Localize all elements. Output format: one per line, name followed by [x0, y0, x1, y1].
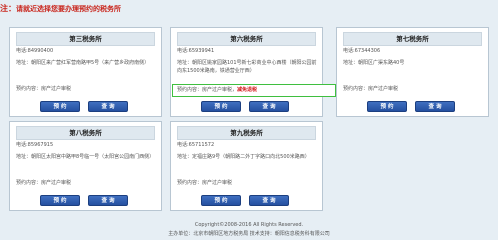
footer-credits: 主办单位：北京市朝阳区地方税务局 技术支持：朝阳信息税务科有限公司 [168, 231, 330, 237]
office-address: 地址：朝阳区姚家园路101号新七彩商业中心西楼（朝阳公园前向东1500米路南，铁… [177, 60, 317, 74]
appointment-value: 房产过户审税 [41, 180, 72, 186]
reserve-button[interactable]: 预 约 [201, 101, 241, 112]
appointment-row: 预约内容：房产过户审税 [16, 85, 157, 93]
appointment-row: 预约内容：房产过户审税 [343, 85, 484, 93]
appointment-value: 房产过户审税 [202, 180, 233, 186]
appointment-value: 房产过户审税 [202, 87, 233, 93]
appointment-label: 预约内容： [177, 87, 203, 93]
reserve-button[interactable]: 预 约 [40, 195, 80, 206]
office-phone: 电话:67344306 [343, 48, 381, 54]
appointment-label: 预约内容： [343, 86, 369, 92]
office-card-3: 第三税务所 电话:84990400 地址：朝阳区来广营红军营南路甲5号（来广营乡… [9, 27, 162, 117]
appointment-row: 预约内容：房产过户审税 [177, 179, 318, 187]
office-title: 第六税务所 [177, 32, 316, 46]
appointment-value: 房产过户审税 [41, 86, 72, 92]
office-address: 地址：定福庄路9号（朝阳路二外丁字路口向北500米路西） [177, 154, 310, 160]
reserve-button[interactable]: 预 约 [201, 195, 241, 206]
query-button[interactable]: 查 询 [249, 195, 289, 206]
query-button[interactable]: 查 询 [88, 101, 128, 112]
office-title: 第三税务所 [16, 32, 155, 46]
office-phone: 电话:85967915 [16, 142, 54, 148]
footer-copyright: Copyright©2008-2016 All Rights Reserved. [194, 222, 304, 228]
office-card-8: 第八税务所 电话:85967915 地址：朝阳区太阳宫中路甲8号临一号（太阳宫公… [9, 121, 162, 211]
notice-prefix: 注： [0, 4, 16, 13]
office-address: 地址：朝阳区广渠东路40号 [343, 60, 405, 66]
office-card-9: 第九税务所 电话:65711572 地址：定福庄路9号（朝阳路二外丁字路口向北5… [170, 121, 323, 211]
office-card-7: 第七税务所 电话:67344306 地址：朝阳区广渠东路40号 预约内容：房产过… [336, 27, 489, 117]
notice-text: 请就近选择您要办理预约的税务所 [16, 5, 121, 13]
office-address: 地址：朝阳区太阳宫中路甲8号临一号（太阳宫公园南门西侧） [16, 154, 155, 160]
office-title: 第八税务所 [16, 126, 155, 140]
appointment-row: 预约内容：房产过户审税，减免退税 [177, 87, 258, 93]
office-card-6: 第六税务所 电话:65939941 地址：朝阳区姚家园路101号新七彩商业中心西… [170, 27, 336, 117]
reserve-button[interactable]: 预 约 [367, 101, 407, 112]
appointment-label: 预约内容： [16, 180, 42, 186]
query-button[interactable]: 查 询 [88, 195, 128, 206]
appointment-value: 房产过户审税 [368, 86, 399, 92]
office-address: 地址：朝阳区来广营红军营南路甲5号（来广营乡政府南侧） [16, 60, 150, 66]
office-phone: 电话:84990400 [16, 48, 54, 54]
appointment-label: 预约内容： [177, 180, 203, 186]
query-button[interactable]: 查 询 [415, 101, 455, 112]
reserve-button[interactable]: 预 约 [40, 101, 80, 112]
appointment-row: 预约内容：房产过户审税 [16, 179, 157, 187]
office-phone: 电话:65711572 [177, 142, 215, 148]
office-phone: 电话:65939941 [177, 48, 215, 54]
query-button[interactable]: 查 询 [249, 101, 289, 112]
appointment-status: 减免退税 [237, 87, 258, 93]
appointment-label: 预约内容： [16, 86, 42, 92]
notice-banner: 注：请就近选择您要办理预约的税务所 [0, 3, 498, 15]
office-title: 第九税务所 [177, 126, 316, 140]
office-title: 第七税务所 [343, 32, 482, 46]
